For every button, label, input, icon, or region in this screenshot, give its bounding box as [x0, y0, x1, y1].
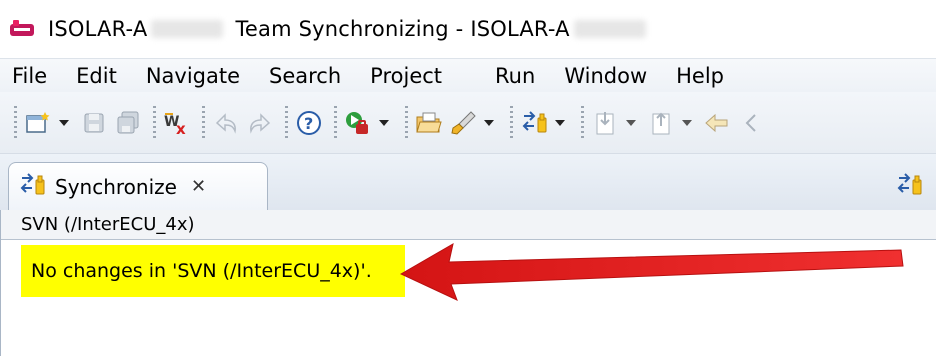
export-dropdown-chevron-icon[interactable] [680, 108, 694, 138]
run-icon[interactable] [343, 108, 373, 138]
toolbar-separator [153, 105, 156, 140]
tab-synchronize[interactable]: Synchronize ✕ [8, 162, 268, 210]
brush-icon[interactable] [448, 108, 478, 138]
new-dropdown-chevron-icon[interactable] [57, 108, 71, 138]
menu-search[interactable]: Search [269, 62, 341, 90]
new-wizard-icon[interactable] [23, 108, 53, 138]
redacted-text [151, 20, 224, 38]
back-icon[interactable] [702, 108, 732, 138]
save-all-icon[interactable] [113, 108, 143, 138]
run-dropdown-chevron-icon[interactable] [377, 108, 391, 138]
toolbar-separator [510, 105, 513, 140]
toolbar-separator [334, 105, 337, 140]
menu-help[interactable]: Help [676, 62, 724, 90]
svg-text:?: ? [304, 114, 313, 133]
svg-text:x: x [176, 120, 186, 136]
wx-icon[interactable]: W x [162, 108, 192, 138]
menu-navigate[interactable]: Navigate [146, 62, 240, 90]
synchronize-view-icon [19, 172, 47, 202]
toolbar-separator [581, 105, 584, 140]
toolbar-separator [405, 105, 408, 140]
save-icon[interactable] [79, 108, 109, 138]
synchronize-panel: SVN (/InterECU_4x) No changes in 'SVN (/… [0, 210, 936, 356]
synchronize-icon[interactable] [519, 108, 549, 138]
redo-icon[interactable] [245, 108, 275, 138]
view-tab-strip: Synchronize ✕ [0, 154, 936, 210]
redacted-text [573, 20, 646, 38]
import-dropdown-chevron-icon[interactable] [624, 108, 638, 138]
toolbar-separator [285, 105, 288, 140]
title-bar: ISOLAR-A Team Synchronizing - ISOLAR-A [0, 0, 936, 58]
close-icon[interactable]: ✕ [191, 176, 206, 197]
synchronize-toolbar-icon[interactable] [896, 172, 924, 202]
view-area: Synchronize ✕ SVN (/InterECU_4x) No chan… [0, 154, 936, 356]
menu-run[interactable]: Run [495, 62, 535, 90]
main-toolbar: W x ? [0, 92, 936, 154]
back-arrow-icon[interactable] [736, 108, 766, 138]
app-icon [10, 20, 34, 38]
toolbar-separator [202, 105, 205, 140]
menu-edit[interactable]: Edit [76, 62, 117, 90]
no-changes-message: No changes in 'SVN (/InterECU_4x)'. [21, 245, 405, 297]
annotation-arrow-icon [399, 242, 904, 301]
toolbar-separator [14, 105, 17, 140]
menu-bar: File Edit Navigate Search Project Run Wi… [0, 58, 936, 92]
tab-label: Synchronize [55, 174, 177, 199]
synchronize-dropdown-chevron-icon[interactable] [553, 108, 567, 138]
import-icon[interactable] [590, 108, 620, 138]
undo-icon[interactable] [211, 108, 241, 138]
window-title-middle: Team Synchronizing - ISOLAR-A [235, 17, 570, 41]
menu-window[interactable]: Window [564, 62, 647, 90]
export-icon[interactable] [646, 108, 676, 138]
help-icon[interactable]: ? [294, 108, 324, 138]
open-folder-icon[interactable] [414, 108, 444, 138]
window-title-left: ISOLAR-A [48, 17, 148, 41]
menu-project[interactable]: Project [370, 62, 442, 90]
brush-dropdown-chevron-icon[interactable] [482, 108, 496, 138]
menu-file[interactable]: File [12, 62, 47, 90]
